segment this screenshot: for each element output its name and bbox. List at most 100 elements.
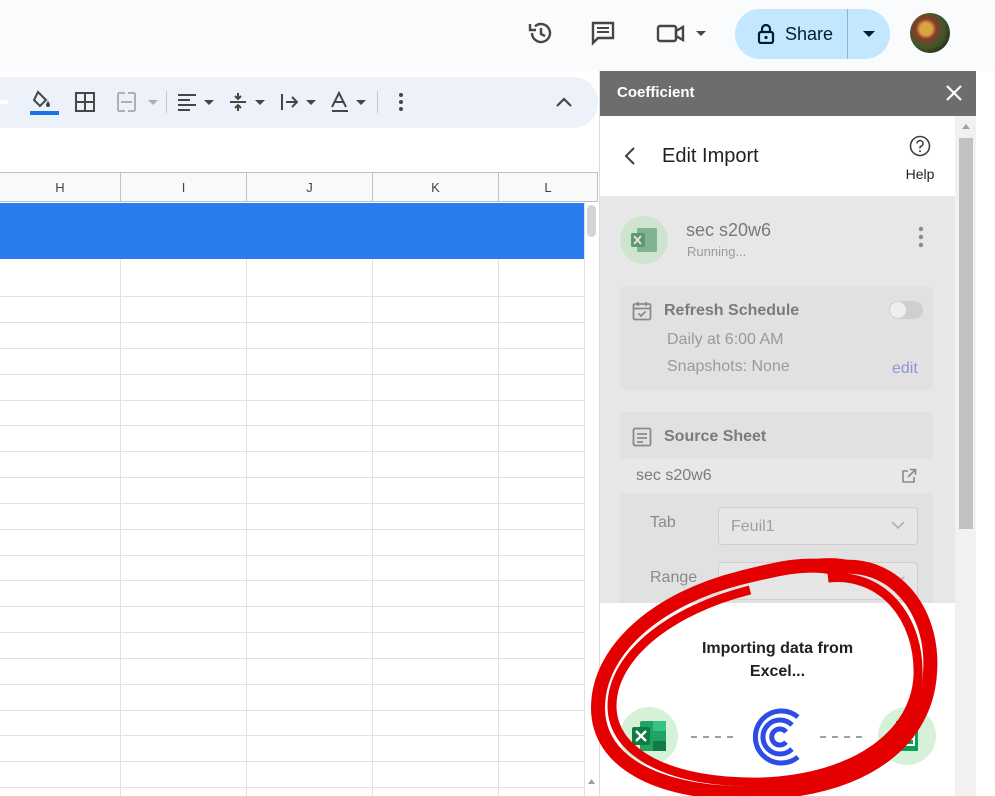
tab-select-value: Feuil1 xyxy=(731,518,775,535)
edit-schedule-link[interactable]: edit xyxy=(892,360,918,378)
refresh-schedule-text: Daily at 6:00 AM xyxy=(667,331,784,348)
tab-label: Tab xyxy=(650,514,676,531)
google-sheets-logo xyxy=(878,707,936,765)
column-line xyxy=(498,259,499,796)
help-button[interactable]: Help xyxy=(902,135,938,182)
excel-logo xyxy=(620,707,678,765)
fill-color-icon[interactable] xyxy=(30,90,60,115)
nav-title: Edit Import xyxy=(662,145,759,167)
vertical-align-icon[interactable] xyxy=(229,90,267,114)
row-line xyxy=(0,322,584,323)
row-line xyxy=(0,710,584,711)
column-header-h[interactable]: H xyxy=(0,172,121,202)
connector-dashes xyxy=(820,736,862,738)
panel-body: sec s20w6 Running... Refresh Schedule Da… xyxy=(600,196,955,603)
share-button[interactable]: Share xyxy=(735,9,890,59)
help-label: Help xyxy=(905,166,935,182)
source-sheet-name: sec s20w6 xyxy=(636,467,712,484)
coefficient-logo-icon xyxy=(752,708,800,766)
row-line xyxy=(0,761,584,762)
panel-title: Coefficient xyxy=(617,84,695,101)
source-sheet-row: sec s20w6 xyxy=(620,459,933,493)
borders-icon[interactable] xyxy=(75,90,95,114)
column-line xyxy=(120,259,121,796)
more-icon[interactable] xyxy=(397,90,405,114)
row-line xyxy=(0,787,584,788)
row-line xyxy=(0,684,584,685)
row-line xyxy=(0,348,584,349)
excel-icon xyxy=(632,721,666,751)
row-line xyxy=(0,658,584,659)
scroll-up-arrow-icon[interactable] xyxy=(587,778,596,785)
source-sheet-title: Source Sheet xyxy=(664,428,767,445)
row-line xyxy=(0,606,584,607)
collapse-icon[interactable] xyxy=(555,90,573,114)
excel-icon xyxy=(631,228,657,252)
merge-cells-icon[interactable] xyxy=(117,90,159,114)
column-line xyxy=(372,259,373,796)
share-label: Share xyxy=(785,23,834,44)
source-status: Running... xyxy=(687,244,747,259)
share-dropdown-button[interactable] xyxy=(848,9,890,59)
panel-nav: Edit Import Help xyxy=(600,116,955,196)
chevron-down-icon xyxy=(891,576,905,585)
selected-row[interactable] xyxy=(0,203,584,259)
text-rotation-icon[interactable] xyxy=(330,90,368,114)
column-header-j[interactable]: J xyxy=(247,172,373,202)
row-line xyxy=(0,735,584,736)
row-line xyxy=(0,296,584,297)
scroll-up-arrow-icon[interactable] xyxy=(961,123,971,130)
chevron-down-icon xyxy=(863,31,875,37)
spreadsheet-grid: H I J K L xyxy=(0,128,598,796)
formatting-toolbar xyxy=(0,77,598,128)
coefficient-panel: Coefficient Edit Import Help sec s20w6 R… xyxy=(599,71,976,796)
history-icon[interactable] xyxy=(526,18,556,48)
row-line xyxy=(0,400,584,401)
toolbar-divider xyxy=(166,91,167,113)
row-line xyxy=(0,451,584,452)
connector-dashes xyxy=(691,736,733,738)
video-call-icon[interactable] xyxy=(655,18,709,48)
import-progress-overlay: Importing data from Excel... xyxy=(600,603,955,796)
close-icon[interactable] xyxy=(944,83,964,103)
avatar[interactable] xyxy=(910,13,950,53)
row-line xyxy=(0,374,584,375)
range-label: Range xyxy=(650,569,698,586)
column-header-i[interactable]: I xyxy=(121,172,247,202)
row-line xyxy=(0,503,584,504)
source-name: sec s20w6 xyxy=(686,220,772,240)
toolbar-edge xyxy=(0,100,8,104)
sheet-scroll-thumb[interactable] xyxy=(587,205,596,237)
row-line xyxy=(0,529,584,530)
panel-header: Coefficient xyxy=(600,71,976,116)
text-wrap-icon[interactable] xyxy=(280,90,318,114)
help-icon xyxy=(909,135,931,157)
source-sheet-card: Source Sheet sec s20w6 Tab Feuil1 Range xyxy=(620,412,933,603)
lock-icon xyxy=(757,24,775,44)
tab-select[interactable]: Feuil1 xyxy=(718,507,918,545)
more-options-icon[interactable] xyxy=(918,226,924,248)
share-main[interactable]: Share xyxy=(735,9,848,59)
import-message: Importing data from Excel... xyxy=(701,640,854,680)
snapshots-text: Snapshots: None xyxy=(667,358,790,375)
sheet-vertical-scrollbar[interactable] xyxy=(584,202,598,796)
row-line xyxy=(0,425,584,426)
back-icon[interactable] xyxy=(624,146,636,166)
refresh-toggle[interactable] xyxy=(889,301,923,319)
column-header-l[interactable]: L xyxy=(499,172,598,202)
open-external-icon[interactable] xyxy=(901,468,917,484)
comment-icon[interactable] xyxy=(588,18,618,48)
google-sheets-icon xyxy=(896,721,918,751)
refresh-schedule-card: Refresh Schedule Daily at 6:00 AM Snapsh… xyxy=(620,286,933,390)
row-line xyxy=(0,477,584,478)
range-select[interactable] xyxy=(718,562,918,600)
horizontal-align-icon[interactable] xyxy=(177,90,215,114)
row-line xyxy=(0,555,584,556)
toggle-knob xyxy=(890,302,906,318)
toolbar-divider xyxy=(377,91,378,113)
calendar-icon xyxy=(632,302,652,321)
top-bar: Share xyxy=(0,0,995,71)
chevron-down-icon xyxy=(891,521,905,530)
column-header-k[interactable]: K xyxy=(373,172,499,202)
panel-scroll-thumb[interactable] xyxy=(959,138,973,529)
